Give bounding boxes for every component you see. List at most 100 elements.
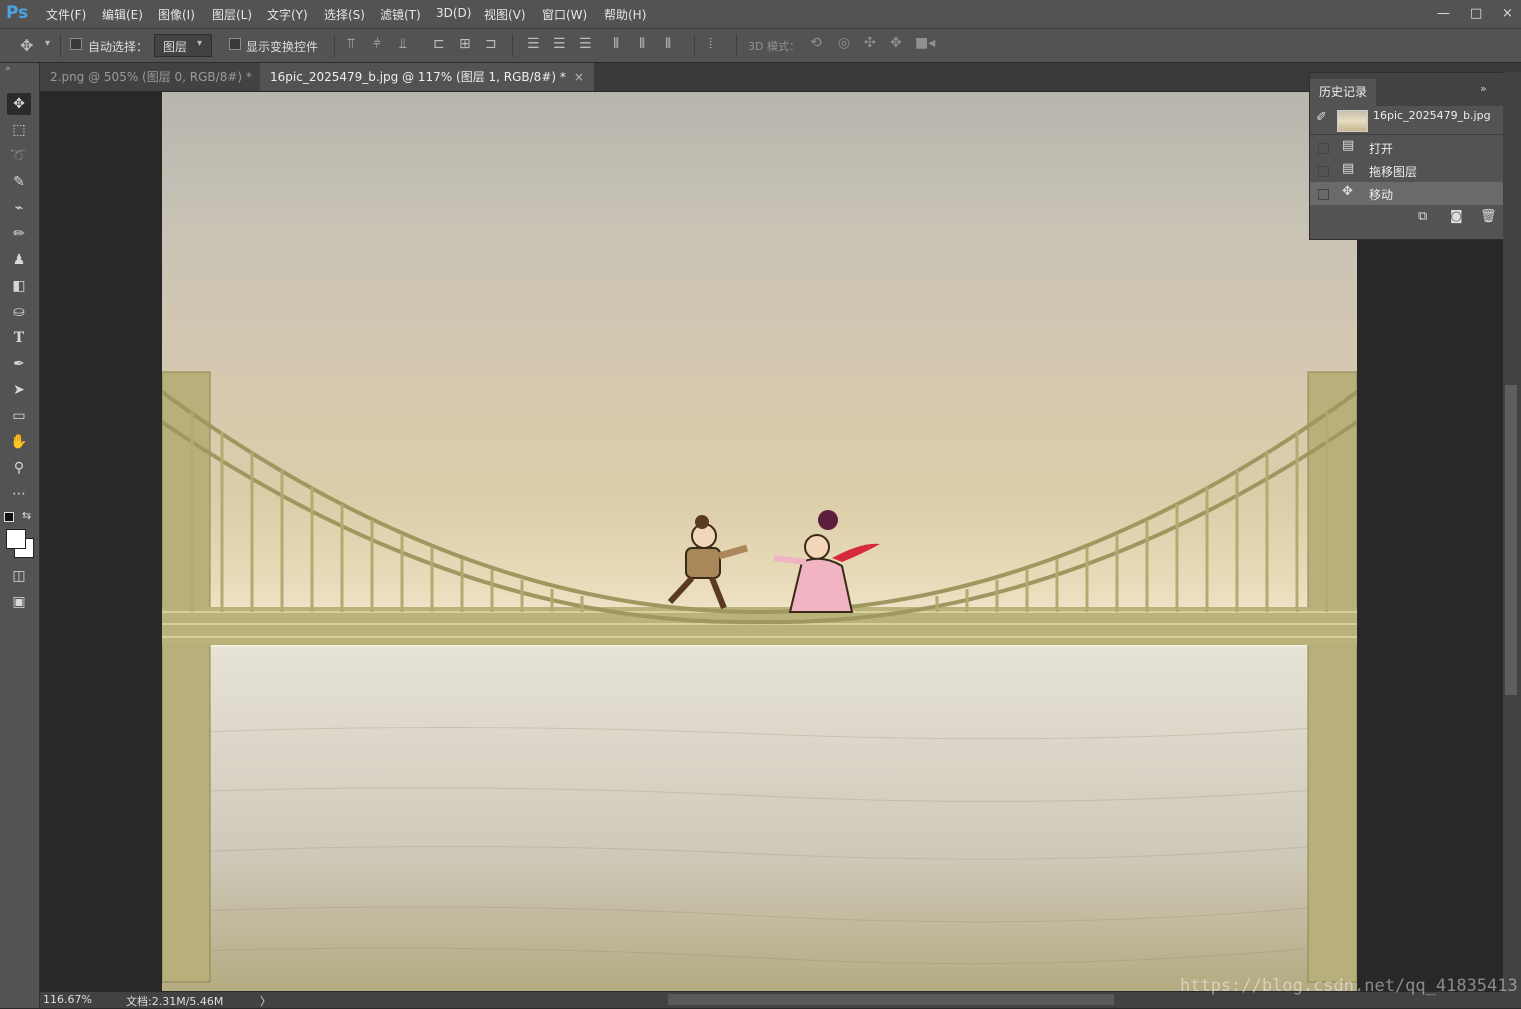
document-size: 文档:2.31M/5.46M: [126, 995, 224, 1008]
canvas-image: [162, 371, 1357, 991]
eyedropper-tool-icon[interactable]: ⌁: [7, 197, 31, 219]
lasso-tool-icon[interactable]: ➰: [7, 145, 31, 167]
auto-select-checkbox[interactable]: [70, 38, 82, 50]
type-tool-icon[interactable]: T: [7, 327, 31, 349]
boy-figure: [667, 515, 748, 610]
menu-3d[interactable]: 3D(D): [436, 6, 471, 20]
stamp-tool-icon[interactable]: ♟: [7, 249, 31, 271]
snapshot-label[interactable]: 16pic_2025479_b.jpg: [1373, 109, 1491, 122]
menu-edit[interactable]: 编辑(E): [102, 6, 143, 23]
minimize-icon[interactable]: —: [1437, 6, 1450, 21]
3d-camera-icon[interactable]: ■◂: [915, 35, 935, 51]
screen-mode-icon[interactable]: ▣: [7, 591, 31, 613]
chevron-down-icon: ▾: [197, 38, 203, 49]
divider: [1310, 134, 1506, 135]
pen-tool-icon[interactable]: ✒: [7, 353, 31, 375]
marquee-tool-icon[interactable]: ⬚: [7, 119, 31, 141]
history-item[interactable]: ▤ 打开: [1310, 136, 1506, 159]
hand-tool-icon[interactable]: ✋: [7, 431, 31, 453]
menu-filter[interactable]: 滤镜(T): [380, 6, 421, 23]
align-vcenter-icon[interactable]: ⫩: [373, 36, 381, 52]
history-tab[interactable]: 历史记录: [1310, 79, 1377, 106]
tab-16pic[interactable]: 16pic_2025479_b.jpg @ 117% (图层 1, RGB/8#…: [260, 63, 594, 91]
history-item-current[interactable]: ✥ 移动: [1310, 182, 1506, 205]
menu-view[interactable]: 视图(V): [484, 6, 526, 23]
eraser-tool-icon[interactable]: ◧: [7, 275, 31, 297]
align-right-icon[interactable]: ⊐: [485, 36, 497, 52]
menu-select[interactable]: 选择(S): [324, 6, 365, 23]
history-source-checkbox[interactable]: [1318, 189, 1329, 200]
trash-icon[interactable]: 🗑: [1480, 209, 1497, 224]
close-tab-icon[interactable]: ×: [574, 70, 584, 84]
tab-2-png[interactable]: 2.png @ 505% (图层 0, RGB/8#) *×: [40, 63, 280, 91]
distribute-top-icon[interactable]: ☰: [527, 36, 540, 52]
move-icon: ✥: [1342, 184, 1353, 199]
auto-select-target-select[interactable]: 图层 ▾: [154, 34, 212, 57]
quick-select-tool-icon[interactable]: ✎: [7, 171, 31, 193]
history-panel: 历史记录 » ≡ ✐ 16pic_2025479_b.jpg ▤ 打开 ▤ 拖移…: [1309, 72, 1521, 240]
right-pylon: [1307, 371, 1357, 983]
align-hcenter-icon[interactable]: ⊞: [459, 36, 471, 52]
rectangle-tool-icon[interactable]: ▭: [7, 405, 31, 427]
photoshop-logo: Ps: [6, 3, 29, 23]
menu-layer[interactable]: 图层(L): [212, 6, 252, 23]
tools-panel: » ✥ ⬚ ➰ ✎ ⌁ ✏ ♟ ◧ ⛀ T ✒ ➤ ▭ ✋ ⚲ ⋯ ⇆ ◫ ▣: [0, 63, 40, 1008]
camera-icon[interactable]: ◙: [1450, 209, 1463, 224]
history-item-label: 拖移图层: [1369, 165, 1418, 179]
foreground-color-swatch[interactable]: [6, 529, 26, 549]
expand-panel-icon[interactable]: »: [5, 64, 11, 74]
more-tools-icon[interactable]: ⋯: [7, 483, 31, 505]
snapshot-thumbnail[interactable]: [1337, 110, 1368, 132]
move-tool-icon[interactable]: ✥: [7, 93, 31, 115]
history-brush-source-icon[interactable]: ✐: [1316, 110, 1327, 125]
bucket-tool-icon[interactable]: ⛀: [7, 301, 31, 323]
distribute-right-icon[interactable]: ⦀: [665, 36, 671, 52]
history-item-label: 打开: [1369, 142, 1394, 156]
distribute-left-icon[interactable]: ⦀: [613, 36, 619, 52]
new-document-from-state-icon[interactable]: ⧉: [1418, 209, 1427, 224]
distribute-hcenter-icon[interactable]: ⦀: [639, 36, 645, 52]
menu-image[interactable]: 图像(I): [158, 6, 195, 23]
quick-mask-icon[interactable]: ◫: [7, 565, 31, 587]
water: [162, 647, 1357, 991]
document-canvas[interactable]: [162, 92, 1357, 991]
vertical-scroll-thumb[interactable]: [1505, 385, 1517, 695]
tab-label: 16pic_2025479_b.jpg @ 117% (图层 1, RGB/8#…: [270, 70, 566, 84]
collapse-panel-icon[interactable]: »: [1480, 82, 1487, 95]
divider: [512, 35, 513, 57]
default-colors-icon[interactable]: [4, 512, 14, 522]
menu-type[interactable]: 文字(Y): [267, 6, 308, 23]
move-tool-preset-icon[interactable]: ✥: [20, 36, 33, 55]
menu-file[interactable]: 文件(F): [46, 6, 86, 23]
history-source-checkbox[interactable]: [1318, 143, 1329, 154]
chevron-down-icon[interactable]: ▾: [45, 38, 50, 49]
align-top-icon[interactable]: ⫪: [347, 36, 355, 52]
menu-bar: Ps 文件(F) 编辑(E) 图像(I) 图层(L) 文字(Y) 选择(S) 滤…: [0, 0, 1521, 29]
zoom-tool-icon[interactable]: ⚲: [7, 457, 31, 479]
zoom-level[interactable]: 116.67%: [43, 993, 92, 1006]
history-item[interactable]: ▤ 拖移图层: [1310, 159, 1506, 182]
3d-roll-icon[interactable]: ◎: [838, 35, 850, 51]
3d-slide-icon[interactable]: ✥: [890, 35, 902, 51]
watermark: https://blog.csdn.net/qq_41835413: [1180, 976, 1518, 996]
3d-drag-icon[interactable]: ✣: [864, 35, 876, 51]
maximize-icon[interactable]: □: [1470, 6, 1482, 21]
select-value: 图层: [163, 40, 188, 54]
status-menu-arrow[interactable]: 〉: [260, 993, 271, 1009]
show-transform-checkbox[interactable]: [229, 38, 241, 50]
brush-tool-icon[interactable]: ✏: [7, 223, 31, 245]
menu-window[interactable]: 窗口(W): [542, 6, 587, 23]
3d-rotate-icon[interactable]: ⟲: [810, 35, 822, 51]
divider: [736, 35, 737, 57]
distribute-bottom-icon[interactable]: ☰: [579, 36, 592, 52]
path-select-tool-icon[interactable]: ➤: [7, 379, 31, 401]
close-icon[interactable]: ×: [1502, 6, 1513, 21]
history-source-checkbox[interactable]: [1318, 166, 1329, 177]
swap-colors-icon[interactable]: ⇆: [22, 509, 31, 522]
align-left-icon[interactable]: ⊏: [433, 36, 445, 52]
horizontal-scroll-thumb[interactable]: [668, 994, 1114, 1005]
distribute-vcenter-icon[interactable]: ☰: [553, 36, 566, 52]
menu-help[interactable]: 帮助(H): [604, 6, 646, 23]
align-bottom-icon[interactable]: ⫫: [399, 36, 407, 52]
auto-align-icon[interactable]: ⦙: [709, 36, 712, 52]
